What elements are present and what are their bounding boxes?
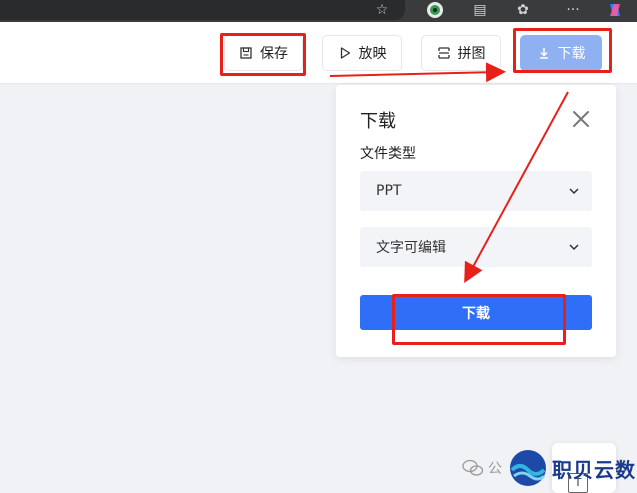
play-button[interactable]: 放映 xyxy=(322,35,402,71)
watermark: 公 职贝云数 xyxy=(462,448,636,488)
file-type-value: PPT xyxy=(376,183,402,199)
file-type-label: 文件类型 xyxy=(360,146,416,162)
browser-toolbar: ☆ ▤ ✿ ··· xyxy=(0,0,637,22)
chevron-down-icon xyxy=(569,188,579,195)
chevron-down-icon xyxy=(569,244,579,251)
puzzle-extensions-icon[interactable]: ✿ xyxy=(512,0,534,20)
save-button-label: 保存 xyxy=(260,46,288,62)
collections-icon[interactable]: ▤ xyxy=(470,0,490,20)
download-toolbar-button[interactable]: 下载 xyxy=(520,35,602,71)
watermark-prefix: 公 xyxy=(488,461,502,477)
download-confirm-button[interactable]: 下载 xyxy=(360,295,592,330)
file-type-select[interactable]: PPT xyxy=(360,171,592,211)
wechat-icon xyxy=(462,459,484,476)
collage-icon xyxy=(437,47,450,59)
save-button[interactable]: 保存 xyxy=(224,35,303,71)
address-bar[interactable] xyxy=(0,0,405,20)
collage-button-label: 拼图 xyxy=(457,46,486,62)
download-panel: 下载 文件类型 PPT 文字可编辑 下载 xyxy=(336,85,616,357)
watermark-brand: 职贝云数 xyxy=(552,457,636,482)
download-toolbar-label: 下载 xyxy=(557,46,586,62)
download-icon xyxy=(539,48,548,59)
download-confirm-label: 下载 xyxy=(462,305,490,322)
brand-logo-icon xyxy=(510,450,546,486)
copilot-icon[interactable] xyxy=(604,0,626,20)
edit-mode-value: 文字可编辑 xyxy=(376,240,446,256)
play-button-label: 放映 xyxy=(358,46,387,62)
more-menu-icon[interactable]: ··· xyxy=(562,0,584,20)
close-icon[interactable] xyxy=(572,110,590,128)
download-panel-title: 下载 xyxy=(360,111,396,132)
extension-icon[interactable] xyxy=(424,0,446,20)
play-icon xyxy=(340,47,350,59)
favorite-star-icon[interactable]: ☆ xyxy=(372,0,392,20)
edit-mode-select[interactable]: 文字可编辑 xyxy=(360,227,592,267)
save-icon xyxy=(240,47,252,59)
collage-button[interactable]: 拼图 xyxy=(421,35,501,71)
editor-toolbar: 保存 放映 拼图 下载 xyxy=(0,22,637,84)
